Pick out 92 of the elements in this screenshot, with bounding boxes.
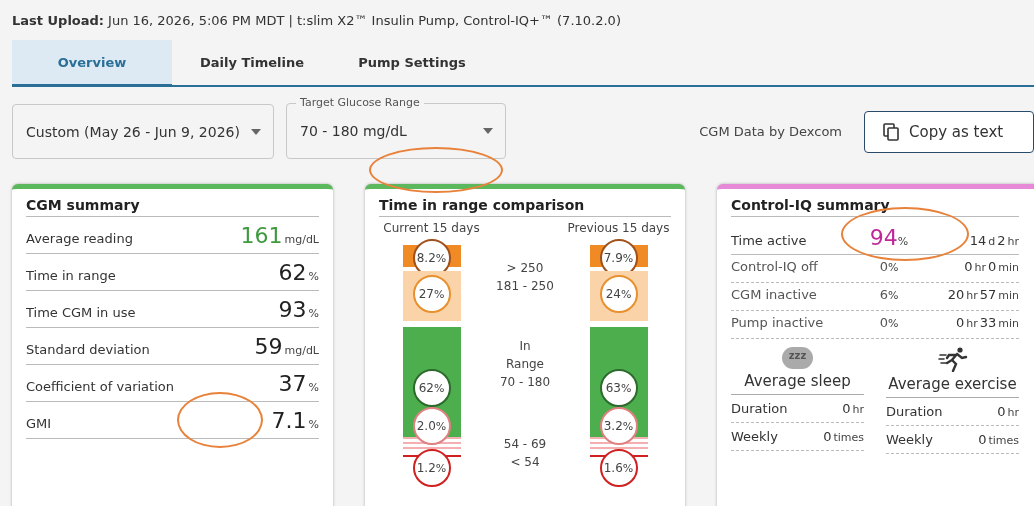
unit-label: hr bbox=[1007, 235, 1019, 248]
tab[interactable]: Daily Timeline bbox=[172, 40, 332, 87]
copy-icon bbox=[883, 122, 899, 141]
caret-icon bbox=[251, 128, 261, 135]
metric-label: GMI bbox=[26, 416, 52, 431]
metric-value: 7.1 bbox=[271, 408, 307, 433]
unit-label: hr bbox=[1007, 406, 1019, 419]
metric-value: 0 bbox=[879, 315, 888, 330]
metric-label: Duration bbox=[886, 404, 943, 419]
duration-value: 57 bbox=[979, 287, 997, 302]
unit-label: hr bbox=[966, 317, 978, 330]
target-range-select[interactable]: Target Glucose Range 70 - 180 mg/dL bbox=[286, 97, 506, 159]
metric-label: Coefficient of variation bbox=[26, 379, 174, 394]
unit-label: % bbox=[308, 418, 319, 431]
metric-value: 0 bbox=[879, 259, 888, 274]
unit-label: d bbox=[988, 235, 996, 248]
duration-value: 0 bbox=[964, 259, 973, 274]
unit-label: % bbox=[308, 381, 319, 394]
percent-badge: 24% bbox=[599, 275, 638, 313]
duration-value: 33 bbox=[979, 315, 997, 330]
unit-label: times bbox=[988, 434, 1019, 447]
percent-badge: 62% bbox=[412, 369, 451, 407]
metric-value: 93 bbox=[278, 297, 307, 322]
range-label: In bbox=[519, 338, 531, 355]
caret-icon bbox=[483, 127, 493, 134]
unit-label: % bbox=[308, 270, 319, 283]
percent-badge: 27% bbox=[412, 275, 451, 313]
metric-value: 59 bbox=[254, 334, 283, 359]
runner-icon bbox=[937, 346, 968, 372]
duration-value: 2 bbox=[997, 233, 1006, 248]
duration-value: 0 bbox=[823, 429, 832, 444]
unit-label: times bbox=[833, 431, 864, 444]
unit-label: min bbox=[998, 317, 1019, 330]
unit-label: hr bbox=[852, 403, 864, 416]
unit-label: min bbox=[998, 289, 1019, 302]
range-label: 54 - 69 bbox=[503, 436, 547, 453]
metric-value: 37 bbox=[278, 371, 307, 396]
duration-value: 0 bbox=[997, 404, 1006, 419]
percent-badge: 1.6% bbox=[599, 449, 638, 487]
range-label: 181 - 250 bbox=[496, 278, 554, 295]
metric-label: Control-IQ off bbox=[731, 259, 819, 274]
metric-label: Weekly bbox=[731, 429, 778, 444]
range-label: > 250 bbox=[506, 260, 544, 277]
activity-title: Average exercise bbox=[888, 375, 1017, 393]
metric-label: Duration bbox=[731, 401, 788, 416]
unit-label: min bbox=[998, 261, 1019, 274]
metric-label: Weekly bbox=[886, 432, 933, 447]
duration-value: 0 bbox=[987, 259, 997, 274]
duration-value: 0 bbox=[955, 315, 965, 330]
unit-label: % bbox=[887, 289, 899, 302]
unit-label: mg/dL bbox=[284, 344, 319, 357]
metric-value: 161 bbox=[240, 223, 283, 248]
range-label: 70 - 180 bbox=[499, 374, 551, 391]
unit-label: % bbox=[887, 261, 899, 274]
activity-title: Average sleep bbox=[744, 372, 851, 390]
cgm-source: CGM Data by Dexcom bbox=[699, 124, 842, 139]
duration-value: 14 bbox=[969, 233, 987, 248]
upload-label: Last Upload: bbox=[12, 12, 105, 28]
metric-label: Pump inactive bbox=[731, 315, 825, 330]
metric-label: CGM inactive bbox=[731, 287, 818, 302]
card-title: CGM summary bbox=[26, 197, 319, 217]
upload-info: Jun 16, 2026, 5:06 PM MDT | t:slim X2™ Insulin Pump, Control-IQ+™ (7.10.2.0) bbox=[108, 12, 621, 28]
metric-label: Time CGM in use bbox=[26, 305, 136, 320]
column-title: Previous 15 days bbox=[567, 221, 670, 235]
unit-label: hr bbox=[966, 289, 978, 302]
sleep-icon: zzz bbox=[781, 347, 814, 369]
metric-label: Time active bbox=[731, 233, 808, 248]
range-label: < 54 bbox=[510, 454, 540, 471]
metric-value: 94 bbox=[869, 225, 898, 250]
unit-label: hr bbox=[974, 261, 986, 274]
duration-value: 20 bbox=[947, 287, 965, 302]
tab[interactable]: Pump Settings bbox=[332, 40, 492, 87]
tab[interactable]: Overview bbox=[12, 40, 172, 87]
metric-label: Time in range bbox=[26, 268, 116, 283]
duration-value: 0 bbox=[978, 432, 987, 447]
column-title: Current 15 days bbox=[383, 221, 480, 235]
metric-label: Average reading bbox=[26, 231, 133, 246]
unit-label: % bbox=[308, 307, 319, 320]
card-title: Time in range comparison bbox=[379, 197, 671, 217]
metric-label: Standard deviation bbox=[26, 342, 150, 357]
copy-button[interactable]: Copy as text bbox=[864, 110, 1034, 153]
range-label: Range bbox=[505, 356, 544, 373]
unit-label: % bbox=[897, 235, 909, 248]
date-range-select[interactable]: Custom (May 26 - Jun 9, 2026) bbox=[12, 104, 274, 159]
percent-badge: 63% bbox=[599, 369, 638, 407]
duration-value: 0 bbox=[842, 401, 851, 416]
unit-label: % bbox=[887, 317, 899, 330]
unit-label: mg/dL bbox=[284, 233, 319, 246]
metric-value: 62 bbox=[278, 260, 307, 285]
metric-value: 6 bbox=[879, 287, 888, 302]
card-title: Control-IQ summary bbox=[731, 197, 1019, 217]
percent-badge: 1.2% bbox=[412, 449, 451, 487]
